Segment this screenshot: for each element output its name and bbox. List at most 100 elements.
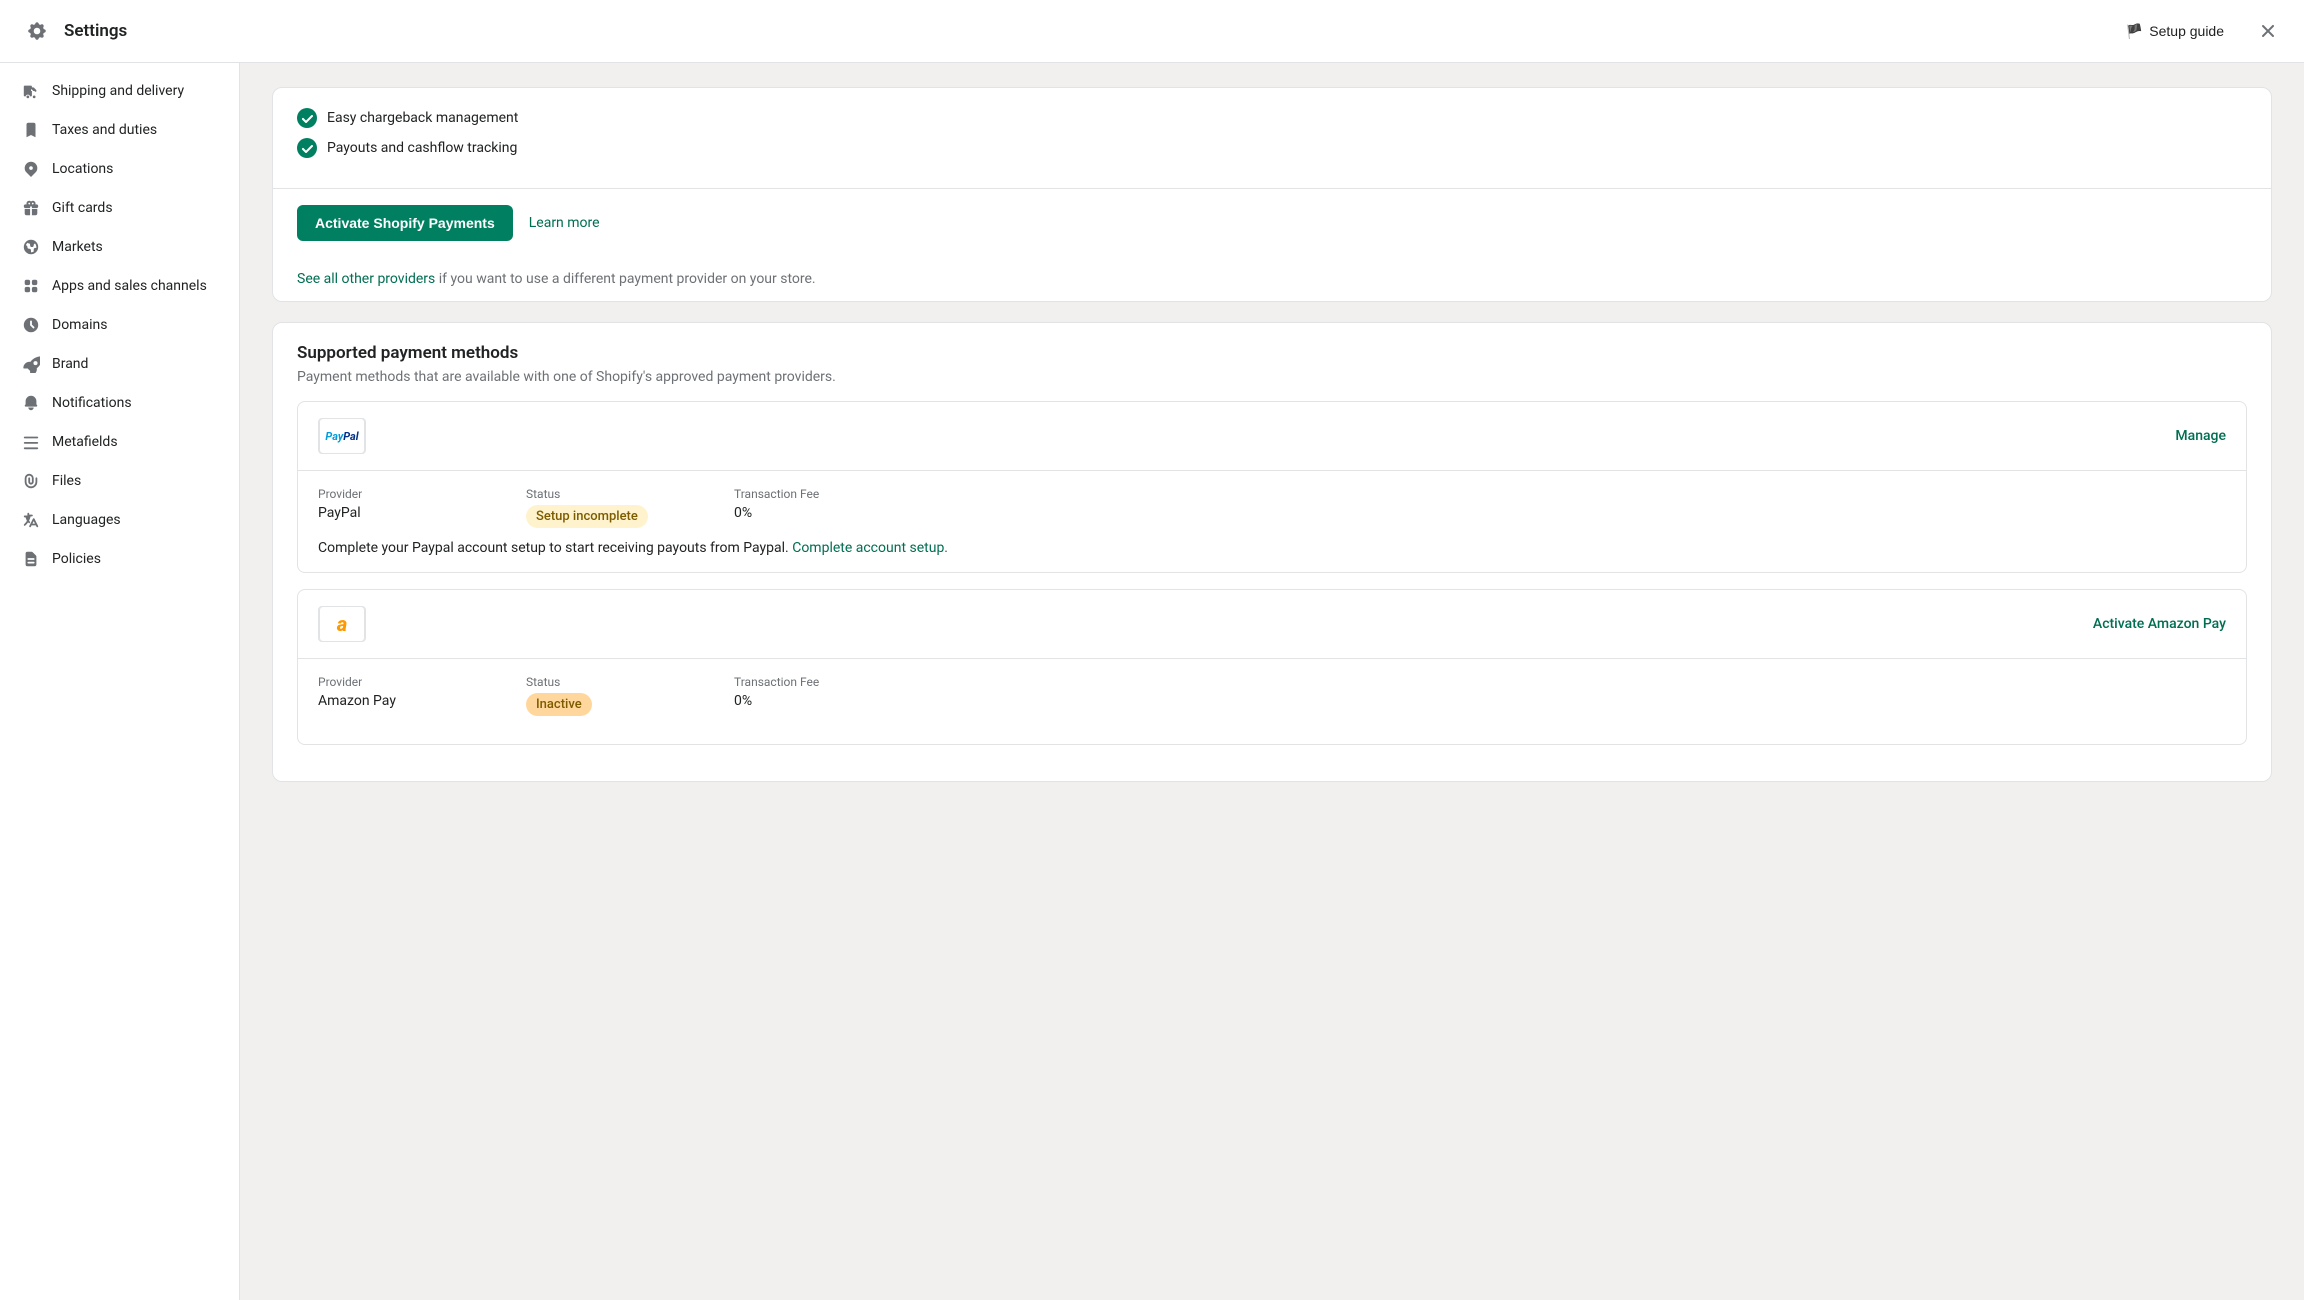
sidebar-label-policies: Policies [52, 551, 101, 567]
sidebar-item-policies[interactable]: Policies [6, 540, 233, 578]
receipt-icon [22, 121, 40, 139]
checkmark-icon-2 [301, 142, 313, 154]
paypal-row: Provider PayPal Status Setup incomplete … [318, 487, 2226, 528]
checklist-section: Easy chargeback management Payouts and c… [273, 88, 2271, 189]
sidebar-item-markets[interactable]: Markets [6, 228, 233, 266]
activate-shopify-payments-button[interactable]: Activate Shopify Payments [297, 205, 513, 241]
header-left: Settings [20, 14, 127, 48]
paypal-provider-value: PayPal [318, 505, 518, 521]
paypal-logo: PayPal [318, 418, 366, 454]
amazon-fee-col: Transaction Fee 0% [734, 675, 934, 716]
modal-header: Settings 🏴 Setup guide [0, 0, 2304, 63]
sidebar-label-taxes: Taxes and duties [52, 122, 157, 138]
paypal-fee-value: 0% [734, 505, 934, 521]
modal-title: Settings [64, 21, 127, 41]
main-content: Easy chargeback management Payouts and c… [240, 63, 2304, 1300]
amazon-fee-value: 0% [734, 693, 934, 709]
bell-icon [22, 394, 40, 412]
star-icon [22, 355, 40, 373]
paypal-fee-label: Transaction Fee [734, 487, 934, 501]
paypal-provider-col: Provider PayPal [318, 487, 518, 528]
translate-icon [22, 511, 40, 529]
amazon-fee-label: Transaction Fee [734, 675, 934, 689]
amazon-status-col: Status Inactive [526, 675, 726, 716]
sidebar-item-notifications[interactable]: Notifications [6, 384, 233, 422]
modal-body: Shipping and delivery Taxes and duties L… [0, 63, 2304, 1300]
paypal-card: PayPal Manage Provider PayPal Status [297, 401, 2247, 573]
paypal-fee-col: Transaction Fee 0% [734, 487, 934, 528]
flag-icon: 🏴 [2126, 23, 2143, 40]
sidebar-label-locations: Locations [52, 161, 113, 177]
supported-section-title: Supported payment methods [297, 343, 2247, 363]
sidebar-label-apps: Apps and sales channels [52, 278, 207, 294]
settings-modal: Settings 🏴 Setup guide Shippi [0, 0, 2304, 1300]
checklist-item-1: Easy chargeback management [297, 108, 2247, 128]
paypal-status-col: Status Setup incomplete [526, 487, 726, 528]
layers-icon [22, 433, 40, 451]
see-all-providers-link[interactable]: See all other providers [297, 271, 435, 287]
activate-amazon-pay-link[interactable]: Activate Amazon Pay [2093, 616, 2226, 632]
learn-more-link[interactable]: Learn more [529, 215, 600, 231]
checklist-item-2: Payouts and cashflow tracking [297, 138, 2247, 158]
sidebar-label-languages: Languages [52, 512, 121, 528]
globe-icon [22, 238, 40, 256]
amazon-header: a Activate Amazon Pay [298, 590, 2246, 659]
sidebar-label-metafields: Metafields [52, 434, 118, 450]
sidebar-item-metafields[interactable]: Metafields [6, 423, 233, 461]
supported-section-desc: Payment methods that are available with … [297, 369, 2247, 385]
paypal-message: Complete your Paypal account setup to st… [318, 540, 2226, 556]
sidebar-item-locations[interactable]: Locations [6, 150, 233, 188]
header-right: 🏴 Setup guide [2116, 15, 2284, 47]
close-button[interactable] [2252, 15, 2284, 47]
close-icon [2258, 21, 2278, 41]
paypal-provider-label: Provider [318, 487, 518, 501]
setup-guide-button[interactable]: 🏴 Setup guide [2116, 17, 2234, 46]
globe2-icon [22, 316, 40, 334]
grid-icon [22, 277, 40, 295]
other-providers-text: See all other providers if you want to u… [273, 257, 2271, 301]
amazon-provider-value: Amazon Pay [318, 693, 518, 709]
sidebar-item-giftcards[interactable]: Gift cards [6, 189, 233, 227]
amazon-details: Provider Amazon Pay Status Inactive Tran… [298, 659, 2246, 744]
paypal-setup-link[interactable]: Complete account setup. [792, 540, 948, 556]
sidebar-item-apps[interactable]: Apps and sales channels [6, 267, 233, 305]
gear-icon [26, 20, 48, 42]
pin-icon [22, 160, 40, 178]
sidebar-label-giftcards: Gift cards [52, 200, 113, 216]
sidebar-label-brand: Brand [52, 356, 88, 372]
sidebar-item-files[interactable]: Files [6, 462, 233, 500]
supported-card-inner: Supported payment methods Payment method… [273, 323, 2271, 781]
amazon-provider-label: Provider [318, 675, 518, 689]
sidebar: Shipping and delivery Taxes and duties L… [0, 63, 240, 1300]
paypal-header: PayPal Manage [298, 402, 2246, 471]
sidebar-item-shipping[interactable]: Shipping and delivery [6, 72, 233, 110]
sidebar-label-files: Files [52, 473, 81, 489]
sidebar-item-domains[interactable]: Domains [6, 306, 233, 344]
paypal-manage-link[interactable]: Manage [2175, 428, 2226, 444]
shopify-payments-card: Easy chargeback management Payouts and c… [272, 87, 2272, 302]
sidebar-label-domains: Domains [52, 317, 107, 333]
supported-payment-card: Supported payment methods Payment method… [272, 322, 2272, 782]
status-badge-setup-incomplete: Setup incomplete [526, 505, 648, 528]
setup-guide-label: Setup guide [2149, 23, 2224, 39]
check-circle-2 [297, 138, 317, 158]
amazon-logo: a [318, 606, 366, 642]
amazon-card: a Activate Amazon Pay Provider Amazon Pa… [297, 589, 2247, 745]
checkmark-icon-1 [301, 112, 313, 124]
check-circle-1 [297, 108, 317, 128]
amazon-status-label: Status [526, 675, 726, 689]
document-icon [22, 550, 40, 568]
sidebar-label-markets: Markets [52, 239, 103, 255]
checklist-text-2: Payouts and cashflow tracking [327, 140, 517, 156]
gear-button[interactable] [20, 14, 54, 48]
paypal-status-label: Status [526, 487, 726, 501]
sidebar-item-brand[interactable]: Brand [6, 345, 233, 383]
amazon-provider-col: Provider Amazon Pay [318, 675, 518, 716]
sidebar-item-taxes[interactable]: Taxes and duties [6, 111, 233, 149]
paperclip-icon [22, 472, 40, 490]
checklist-text-1: Easy chargeback management [327, 110, 518, 126]
sidebar-label-shipping: Shipping and delivery [52, 83, 184, 99]
action-row: Activate Shopify Payments Learn more [273, 189, 2271, 257]
paypal-details: Provider PayPal Status Setup incomplete … [298, 471, 2246, 572]
sidebar-item-languages[interactable]: Languages [6, 501, 233, 539]
